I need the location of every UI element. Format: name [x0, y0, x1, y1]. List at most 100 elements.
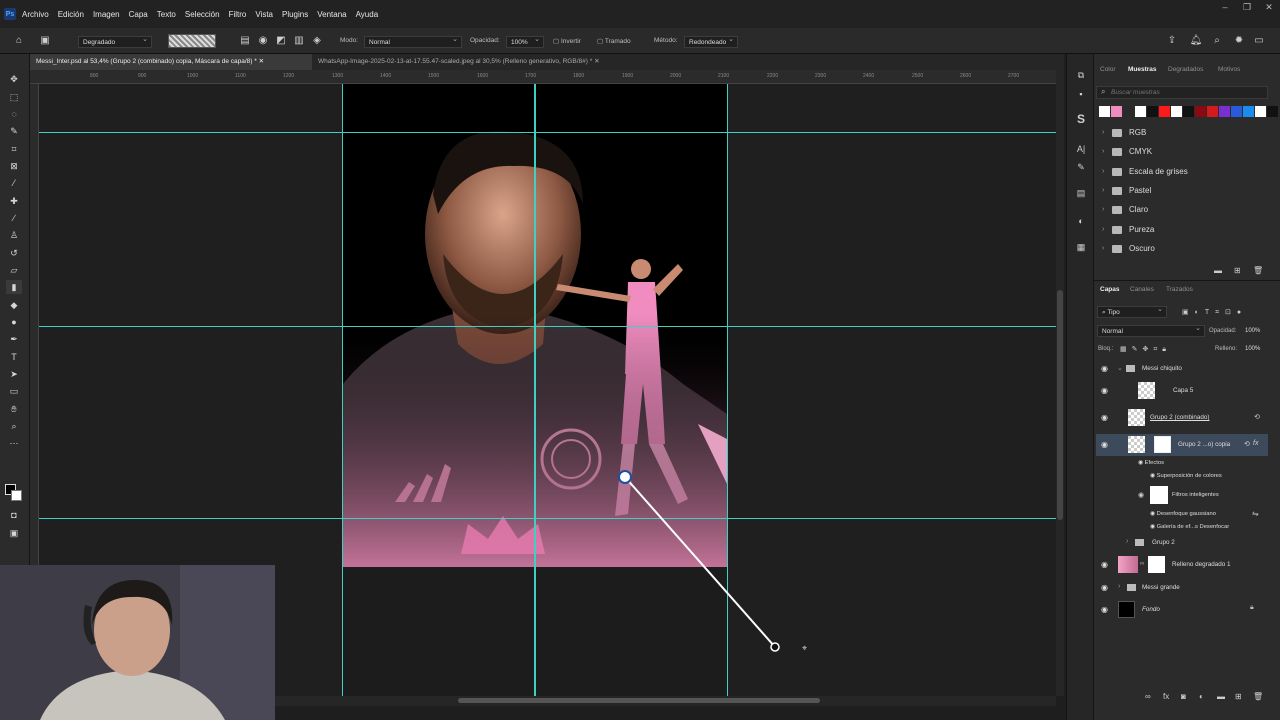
menu-filtro[interactable]: Filtro [229, 10, 247, 19]
chevron-right-icon[interactable]: › [1118, 583, 1120, 590]
swatch-folder-pastel[interactable]: › Pastel [1102, 186, 1151, 195]
guide-vertical[interactable] [534, 84, 536, 696]
guide-horizontal[interactable] [39, 326, 1056, 327]
swatch-folder-cmyk[interactable]: › CMYK [1102, 147, 1152, 156]
search-icon[interactable]: ⌕ [1210, 34, 1224, 48]
color-swatch[interactable] [1267, 106, 1278, 117]
fill-value[interactable]: 100% [1245, 346, 1260, 352]
magic-wand-tool-icon[interactable]: ✎ [6, 124, 22, 138]
stamp-tool-icon[interactable]: ♙ [6, 228, 22, 242]
minimize-icon[interactable]: – [1214, 0, 1236, 14]
pen-tool-icon[interactable]: ✒ [6, 332, 22, 346]
dither-checkbox[interactable]: ▢ Tramado [597, 37, 631, 45]
new-group-icon[interactable]: ▬ [1217, 692, 1225, 701]
blur-gallery-row[interactable]: ◉ Galería de ef...s Desenfocar [1150, 524, 1229, 530]
color-swatch[interactable] [1255, 106, 1266, 117]
tab-whatsapp-image[interactable]: WhatsApp-Image-2025-02-13-at-17.55.47-sc… [312, 54, 662, 70]
tab-swatches[interactable]: Muestras [1128, 66, 1157, 73]
color-swatch[interactable] [1219, 106, 1230, 117]
color-swatch[interactable] [1171, 106, 1182, 117]
tab-patterns[interactable]: Motivos [1218, 66, 1240, 73]
workspace-icon[interactable]: ▭ [1252, 34, 1266, 48]
menu-texto[interactable]: Texto [157, 10, 176, 19]
swatch-folder-rgb[interactable]: › RGB [1102, 128, 1146, 137]
new-swatch-icon[interactable]: ⊞ [1234, 266, 1241, 275]
eye-icon[interactable]: ◉ [1150, 511, 1157, 517]
zoom-tool-icon[interactable]: ⌕ [6, 419, 22, 433]
mode-select[interactable]: Normal [364, 36, 462, 48]
color-overlay-row[interactable]: ◉ Superposición de colores [1150, 473, 1222, 479]
link-layers-icon[interactable]: ∞ [1145, 692, 1151, 701]
gradient-type-select[interactable]: Degradado [78, 36, 152, 48]
tab-paths[interactable]: Trazados [1166, 286, 1193, 293]
layer-opacity-value[interactable]: 100% [1245, 328, 1260, 334]
add-mask-icon[interactable]: ◙ [1181, 692, 1186, 701]
guide-horizontal[interactable] [39, 518, 1056, 519]
smart-filter-mask[interactable] [1150, 486, 1168, 504]
color-swatch[interactable] [1099, 106, 1110, 117]
tool-preset-icon[interactable]: ▣ [38, 34, 52, 48]
diamond-gradient-icon[interactable]: ◈ [310, 34, 324, 48]
path-select-icon[interactable]: ➤ [6, 367, 22, 381]
eraser-tool-icon[interactable]: ▱ [6, 263, 22, 277]
fx-icon[interactable]: fx [1253, 440, 1258, 447]
brush-tool-icon[interactable]: ∕ [6, 211, 22, 225]
layer-fondo[interactable]: ◉ Fondo 🔒︎ [1096, 599, 1268, 621]
tab-messi-inter[interactable]: Messi_Inter.psd al 53,4% (Grupo 2 (combi… [30, 54, 312, 70]
menu-edicion[interactable]: Edición [58, 10, 84, 19]
color-swatch[interactable] [1111, 106, 1122, 117]
guide-horizontal[interactable] [39, 132, 1056, 133]
lock-icons[interactable]: ▦✎✥⌗🔒︎ [1120, 345, 1171, 354]
hand-tool-icon[interactable]: ✋︎ [6, 402, 22, 416]
color-swatch[interactable] [1183, 106, 1194, 117]
history-panel-icon[interactable]: ⧉ [1074, 68, 1088, 82]
eyedropper-tool-icon[interactable]: ⁄ [6, 176, 22, 190]
layer-relleno-degradado-1[interactable]: ◉ ∞ Relleno degradado 1 [1096, 554, 1268, 576]
swatch-folder-dark[interactable]: › Oscuro [1102, 244, 1155, 253]
reflected-gradient-icon[interactable]: ▥ [292, 34, 306, 48]
crop-tool-icon[interactable]: ⌗ [6, 142, 22, 156]
gradient-start-handle[interactable] [618, 470, 632, 484]
delete-layer-icon[interactable]: 🗑︎ [1253, 692, 1263, 701]
brush-settings-icon[interactable]: ✎ [1074, 160, 1088, 174]
eye-icon[interactable]: ◉ [1101, 440, 1108, 449]
more-tools-icon[interactable]: ⋯ [6, 436, 22, 450]
adjustment-layer-icon[interactable]: ◐ [1199, 692, 1204, 701]
gradient-preview[interactable] [168, 34, 216, 48]
marquee-tool-icon[interactable]: ⬚ [6, 90, 22, 104]
tab-color[interactable]: Color [1100, 66, 1116, 73]
eye-icon[interactable]: ◉ [1101, 413, 1108, 422]
menu-vista[interactable]: Vista [255, 10, 273, 19]
menu-ayuda[interactable]: Ayuda [356, 10, 379, 19]
type-tool-icon[interactable]: T [6, 350, 22, 364]
layer-mask-thumbnail[interactable] [1148, 556, 1165, 573]
libraries-panel-icon[interactable]: ▤ [1074, 186, 1088, 200]
color-swatch[interactable] [1231, 106, 1242, 117]
blur-tool-icon[interactable]: ◆ [6, 298, 22, 312]
swatch-folder-light[interactable]: › Claro [1102, 205, 1148, 214]
frame-tool-icon[interactable]: ⊠ [6, 159, 22, 173]
screen-mode-icon[interactable]: ▣ [6, 526, 22, 540]
linear-gradient-icon[interactable]: ▤ [238, 34, 252, 48]
chevron-down-icon[interactable]: ⌄ [1117, 364, 1123, 372]
eye-icon[interactable]: ◉ [1101, 560, 1108, 569]
new-layer-icon[interactable]: ⊞ [1235, 692, 1242, 701]
eye-icon[interactable]: ◉ [1150, 473, 1157, 479]
angle-gradient-icon[interactable]: ◩ [274, 34, 288, 48]
bell-icon[interactable]: 🔔︎ [1189, 34, 1203, 48]
eye-icon[interactable]: ◉ [1138, 460, 1145, 466]
radial-gradient-icon[interactable]: ◉ [256, 34, 270, 48]
layer-mask-thumbnail[interactable] [1154, 436, 1171, 453]
menu-plugins[interactable]: Plugins [282, 10, 308, 19]
swatch-folder-grayscale[interactable]: › Escala de grises [1102, 167, 1188, 176]
horizontal-scroll-thumb[interactable] [458, 698, 820, 703]
new-group-icon[interactable]: ▬ [1214, 266, 1222, 275]
background-color[interactable] [11, 490, 22, 501]
chevron-right-icon[interactable]: › [1126, 538, 1128, 545]
effects-row[interactable]: ◉ Efectos [1138, 460, 1164, 466]
link-icon[interactable]: ∞ [1140, 561, 1144, 567]
layer-messi-chiquito[interactable]: ◉ ⌄ Messi chiquito [1096, 358, 1268, 380]
invert-checkbox[interactable]: ▢ Invertir [553, 37, 581, 45]
guide-vertical[interactable] [342, 84, 343, 696]
tab-gradients[interactable]: Degradados [1168, 66, 1203, 73]
